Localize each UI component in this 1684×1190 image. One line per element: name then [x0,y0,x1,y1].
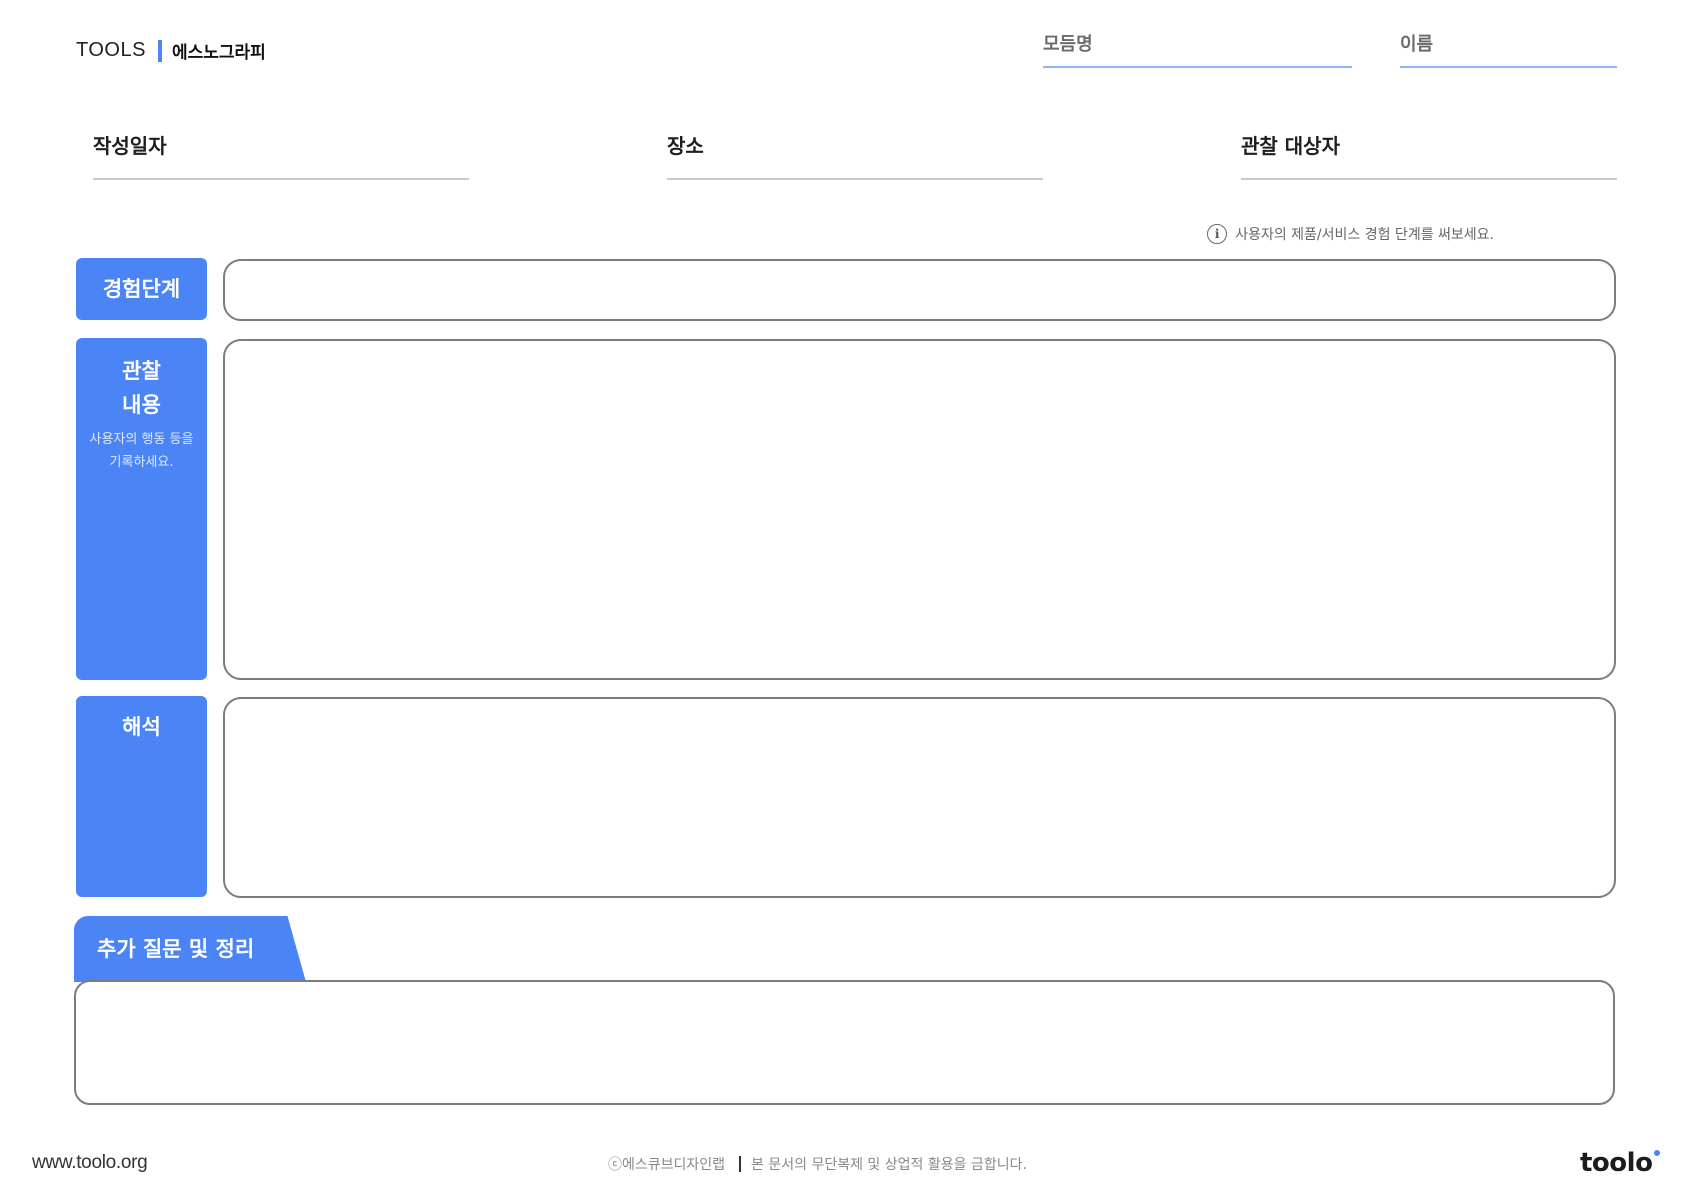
place-label: 장소 [667,134,704,158]
info-icon: i [1207,224,1228,244]
observation-sub-2: 기록하세요. [109,455,174,470]
extra-title: 추가 질문 및 정리 [97,937,255,961]
subject-label: 관찰 대상자 [1241,134,1340,158]
footer-copyright: ⓒ에스큐브디자인랩 본 문서의 무단복제 및 상업적 활용을 금합니다. [608,1154,1027,1174]
notice-text: 본 문서의 무단복제 및 상업적 활용을 금합니다. [751,1157,1027,1173]
observation-title-2: 내용 [122,393,161,417]
date-label: 작성일자 [93,134,167,158]
brand-divider [157,39,162,62]
stage-input-box[interactable] [223,259,1616,321]
document-title: 에스노그라피 [171,43,266,63]
observation-input-box[interactable] [223,339,1616,680]
hint-text: 사용자의 제품/서비스 경험 단계를 써보세요. [1235,227,1494,243]
copyright-text: ⓒ에스큐브디자인랩 [608,1157,726,1173]
stage-label-box: 경험단계 [76,258,207,320]
brand: TOOLS 에스노그라피 [76,38,266,63]
brand-tools: TOOLS [76,39,146,61]
subject-field[interactable]: 관찰 대상자 [1241,130,1617,180]
module-name-label: 모듬명 [1043,34,1093,55]
observation-title-1: 관찰 [122,359,161,383]
name-field[interactable]: 이름 [1400,30,1617,68]
name-label: 이름 [1400,34,1434,55]
interpretation-label-box: 해석 [76,696,207,897]
date-field[interactable]: 작성일자 [93,130,469,180]
logo-dot-icon [1654,1150,1661,1156]
stage-hint: i 사용자의 제품/서비스 경험 단계를 써보세요. [1207,224,1494,244]
footer-url: www.toolo.org [32,1152,148,1173]
interpretation-input-box[interactable] [223,697,1616,898]
place-field[interactable]: 장소 [667,130,1043,180]
module-name-field[interactable]: 모듬명 [1043,30,1352,68]
interpretation-title: 해석 [122,715,161,739]
logo-text: toolo [1580,1148,1653,1178]
observation-sub-1: 사용자의 행동 등을 [89,432,194,447]
extra-input-box[interactable] [74,980,1615,1105]
stage-title: 경험단계 [102,277,181,301]
toolo-logo: toolo [1580,1148,1661,1178]
footer-divider [739,1156,742,1172]
observation-label-box: 관찰 내용 사용자의 행동 등을 기록하세요. [76,338,207,680]
